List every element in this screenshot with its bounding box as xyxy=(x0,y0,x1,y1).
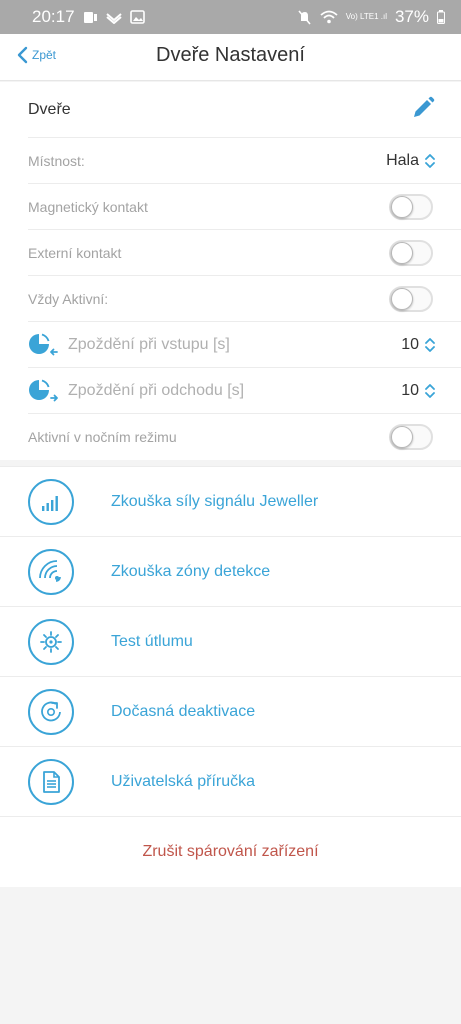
entry-delay-label: Zpoždění při vstupu [s] xyxy=(68,335,230,353)
toggle-knob xyxy=(391,195,413,218)
exit-delay-clock-icon xyxy=(29,379,58,401)
status-bar: 20:17 Vo) LTE1 .ıl 37% xyxy=(0,0,461,34)
up-down-chevron-icon xyxy=(425,153,435,168)
wifi-icon xyxy=(320,10,338,24)
action-label: Zkouška zóny detekce xyxy=(111,562,271,580)
battery-percent: 37% xyxy=(394,7,429,26)
user-manual-icon xyxy=(28,758,74,805)
settings-list: Dveře Místnost: Hala Magnetický kontakt … xyxy=(0,82,461,460)
up-down-chevron-icon xyxy=(425,383,435,398)
toggle-knob xyxy=(391,287,413,310)
room-label: Místnost: xyxy=(28,152,85,169)
status-time: 20:17 xyxy=(32,7,75,26)
room-value: Hala xyxy=(386,151,419,169)
page-title: Dveře Nastavení xyxy=(156,44,305,66)
action-label: Dočasná deaktivace xyxy=(111,702,256,720)
signal-strength-test-button[interactable]: Zkouška síly signálu Jeweller xyxy=(0,466,461,536)
gallery-icon xyxy=(129,10,145,24)
user-manual-button[interactable]: Uživatelská příručka xyxy=(0,746,461,816)
temporary-deactivation-button[interactable]: Dočasná deaktivace xyxy=(0,676,461,746)
entry-delay-clock-icon xyxy=(29,333,58,355)
device-name: Dveře xyxy=(28,100,71,118)
always-active-row: Vždy Aktivní: xyxy=(28,276,461,322)
always-active-toggle[interactable] xyxy=(389,285,433,312)
pencil-icon xyxy=(414,96,435,117)
night-mode-row: Aktivní v nočním režimu xyxy=(28,414,461,460)
battery-icon xyxy=(437,10,445,24)
always-active-label: Vždy Aktivní: xyxy=(28,290,109,307)
magnetic-contact-label: Magnetický kontakt xyxy=(28,198,148,215)
night-mode-toggle[interactable] xyxy=(389,424,433,450)
attenuation-icon xyxy=(28,618,74,665)
actions-list: Zkouška síly signálu Jeweller Zkouška zó… xyxy=(0,466,461,887)
action-label: Zkouška síly signálu Jeweller xyxy=(111,492,319,510)
mail-icon xyxy=(105,11,122,24)
toggle-knob xyxy=(391,241,413,264)
action-label: Uživatelská příručka xyxy=(111,772,256,790)
action-label: Test útlumu xyxy=(111,632,193,650)
magnetic-contact-toggle[interactable] xyxy=(389,193,433,220)
attenuation-test-button[interactable]: Test útlumu xyxy=(0,606,461,676)
detection-zone-icon xyxy=(28,548,74,595)
room-row[interactable]: Místnost: Hala xyxy=(28,138,461,184)
external-contact-row: Externí kontakt xyxy=(28,230,461,276)
toggle-knob xyxy=(391,426,413,448)
entry-delay-row[interactable]: Zpoždění při vstupu [s] 10 xyxy=(28,322,461,368)
external-contact-toggle[interactable] xyxy=(389,239,433,266)
exit-delay-label: Zpoždění při odchodu [s] xyxy=(68,381,245,399)
signal-strength-icon xyxy=(28,478,74,525)
device-name-row: Dveře xyxy=(28,82,461,138)
mute-icon xyxy=(297,9,312,25)
up-down-chevron-icon xyxy=(425,337,435,352)
navigation-header: Zpět Dveře Nastavení xyxy=(0,34,461,81)
temporary-deactivation-icon xyxy=(28,688,74,735)
carrier-label: Vo) LTE1 .ıl xyxy=(345,12,387,21)
entry-delay-value: 10 xyxy=(401,335,419,353)
magnetic-contact-row: Magnetický kontakt xyxy=(28,184,461,230)
external-contact-label: Externí kontakt xyxy=(28,244,122,261)
detection-zone-test-button[interactable]: Zkouška zóny detekce xyxy=(0,536,461,606)
exit-delay-row[interactable]: Zpoždění při odchodu [s] 10 xyxy=(28,368,461,414)
edit-name-button[interactable] xyxy=(411,96,435,125)
night-mode-label: Aktivní v nočním režimu xyxy=(28,429,177,445)
unpair-device-button[interactable]: Zrušit spárování zařízení xyxy=(0,816,461,887)
exit-delay-value: 10 xyxy=(401,381,419,399)
notification-icon xyxy=(83,10,98,25)
